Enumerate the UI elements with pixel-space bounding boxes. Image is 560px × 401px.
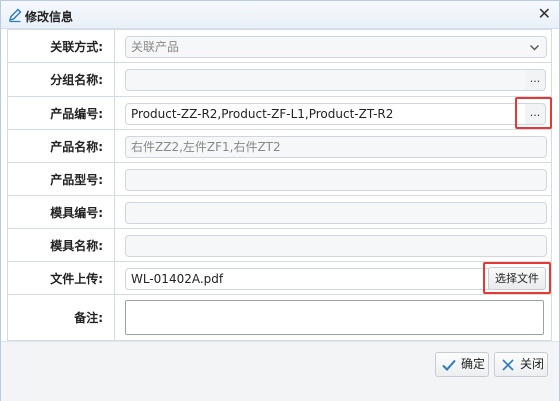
- mold-name-input[interactable]: [125, 235, 547, 257]
- group-name-browse-button[interactable]: ...: [525, 69, 546, 91]
- file-upload-input[interactable]: WL-01402A.pdf: [125, 268, 489, 290]
- product-code-label: 产品编号:: [7, 96, 115, 130]
- form-row-group-name: 分组名称: ...: [7, 62, 552, 97]
- close-button-label: 关闭: [520, 357, 545, 371]
- product-code-input[interactable]: Product-ZZ-R2,Product-ZF-L1,Product-ZT-R…: [125, 103, 526, 125]
- remarks-label: 备注:: [7, 294, 115, 341]
- form-row-product-name: 产品名称: 右件ZZ2,左件ZF1,右件ZT2: [7, 129, 552, 163]
- association-value: 关联产品: [131, 40, 180, 54]
- form-row-mold-code: 模具编号:: [7, 195, 552, 229]
- product-model-label: 产品型号:: [7, 162, 115, 196]
- group-name-input[interactable]: [125, 69, 526, 91]
- mold-code-input[interactable]: [125, 202, 547, 224]
- chevron-down-icon: [530, 45, 539, 51]
- edit-info-dialog: 修改信息 ✕ 关联方式: 关联产品 分组名称: ... 产品编号: Produc…: [0, 0, 560, 401]
- form-row-mold-name: 模具名称:: [7, 228, 552, 262]
- confirm-button[interactable]: 确定: [435, 352, 489, 377]
- form-row-file-upload: 文件上传: WL-01402A.pdf 选择文件: [7, 261, 552, 295]
- product-name-input[interactable]: 右件ZZ2,左件ZF1,右件ZT2: [125, 136, 547, 158]
- form-row-product-model: 产品型号:: [7, 162, 552, 196]
- form-row-association: 关联方式: 关联产品: [7, 29, 552, 63]
- dialog-titlebar: 修改信息 ✕: [1, 1, 559, 29]
- close-button[interactable]: 关闭: [494, 352, 548, 377]
- edit-form-table: 关联方式: 关联产品 分组名称: ... 产品编号: Product-ZZ-R2…: [7, 29, 552, 341]
- group-name-label: 分组名称:: [7, 62, 115, 97]
- product-model-input[interactable]: [125, 169, 547, 191]
- form-row-product-code: 产品编号: Product-ZZ-R2,Product-ZF-L1,Produc…: [7, 96, 552, 130]
- file-upload-label: 文件上传:: [7, 261, 115, 295]
- form-row-remarks: 备注:: [7, 294, 552, 341]
- close-x-icon: [502, 359, 514, 371]
- file-upload-highlight-box: [483, 262, 551, 294]
- mold-name-label: 模具名称:: [7, 228, 115, 262]
- edit-pencil-icon: [7, 7, 23, 23]
- dialog-title: 修改信息: [25, 10, 74, 24]
- close-icon[interactable]: ✕: [538, 5, 551, 23]
- dialog-footer: 确定 关闭: [1, 341, 559, 401]
- product-code-highlight-box: [515, 97, 552, 129]
- association-label: 关联方式:: [7, 29, 115, 63]
- confirm-button-label: 确定: [461, 357, 486, 371]
- check-icon: [442, 359, 456, 371]
- mold-code-label: 模具编号:: [7, 195, 115, 229]
- association-select[interactable]: 关联产品: [125, 36, 547, 58]
- remarks-textarea[interactable]: [125, 300, 544, 335]
- product-name-label: 产品名称:: [7, 129, 115, 163]
